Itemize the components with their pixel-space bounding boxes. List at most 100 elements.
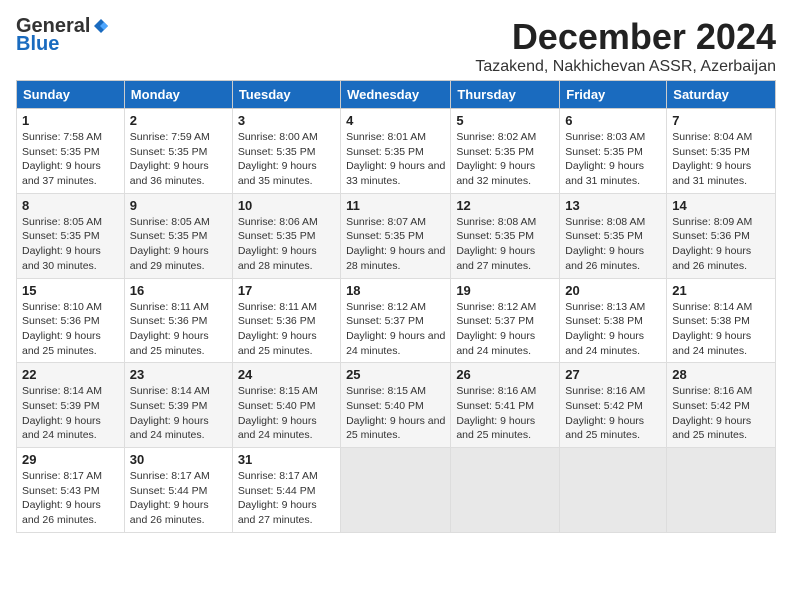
calendar-cell: 11 Sunrise: 8:07 AMSunset: 5:35 PMDayligh… — [341, 193, 451, 278]
calendar-cell: 27 Sunrise: 8:16 AMSunset: 5:42 PMDayligh… — [560, 363, 667, 448]
day-info: Sunrise: 8:05 AMSunset: 5:35 PMDaylight:… — [22, 215, 119, 274]
day-number: 18 — [346, 283, 445, 298]
day-info: Sunrise: 8:16 AMSunset: 5:42 PMDaylight:… — [565, 384, 661, 443]
header-wednesday: Wednesday — [341, 81, 451, 109]
header-area: General Blue December 2024 Tazakend, Nak… — [16, 16, 776, 76]
day-info: Sunrise: 8:13 AMSunset: 5:38 PMDaylight:… — [565, 300, 661, 359]
day-number: 15 — [22, 283, 119, 298]
day-info: Sunrise: 8:08 AMSunset: 5:35 PMDaylight:… — [456, 215, 554, 274]
header-thursday: Thursday — [451, 81, 560, 109]
day-info: Sunrise: 8:12 AMSunset: 5:37 PMDaylight:… — [346, 300, 445, 359]
day-number: 1 — [22, 113, 119, 128]
calendar-cell: 25 Sunrise: 8:15 AMSunset: 5:40 PMDayligh… — [341, 363, 451, 448]
day-info: Sunrise: 8:14 AMSunset: 5:39 PMDaylight:… — [22, 384, 119, 443]
day-info: Sunrise: 8:17 AMSunset: 5:44 PMDaylight:… — [130, 469, 227, 528]
day-info: Sunrise: 7:58 AMSunset: 5:35 PMDaylight:… — [22, 130, 119, 189]
day-info: Sunrise: 8:16 AMSunset: 5:42 PMDaylight:… — [672, 384, 770, 443]
calendar-cell: 31 Sunrise: 8:17 AMSunset: 5:44 PMDayligh… — [232, 448, 340, 533]
logo-blue: Blue — [16, 34, 59, 54]
calendar-cell: 16Sunrise: 8:11 AMSunset: 5:36 PMDayligh… — [124, 278, 232, 363]
day-number: 29 — [22, 452, 119, 467]
calendar-cell: 13 Sunrise: 8:08 AMSunset: 5:35 PMDayligh… — [560, 193, 667, 278]
day-number: 5 — [456, 113, 554, 128]
day-info: Sunrise: 8:15 AMSunset: 5:40 PMDaylight:… — [346, 384, 445, 443]
day-number: 12 — [456, 198, 554, 213]
calendar-cell: 30 Sunrise: 8:17 AMSunset: 5:44 PMDayligh… — [124, 448, 232, 533]
header-monday: Monday — [124, 81, 232, 109]
day-info: Sunrise: 8:15 AMSunset: 5:40 PMDaylight:… — [238, 384, 335, 443]
day-info: Sunrise: 8:03 AMSunset: 5:35 PMDaylight:… — [565, 130, 661, 189]
day-number: 11 — [346, 198, 445, 213]
day-info: Sunrise: 8:02 AMSunset: 5:35 PMDaylight:… — [456, 130, 554, 189]
week-row-3: 15 Sunrise: 8:10 AMSunset: 5:36 PMDayligh… — [17, 278, 776, 363]
day-info: Sunrise: 8:04 AMSunset: 5:35 PMDaylight:… — [672, 130, 770, 189]
day-number: 21 — [672, 283, 770, 298]
calendar-cell: 19 Sunrise: 8:12 AMSunset: 5:37 PMDayligh… — [451, 278, 560, 363]
week-row-2: 8 Sunrise: 8:05 AMSunset: 5:35 PMDaylight… — [17, 193, 776, 278]
calendar-cell: 20Sunrise: 8:13 AMSunset: 5:38 PMDayligh… — [560, 278, 667, 363]
calendar-cell: 15 Sunrise: 8:10 AMSunset: 5:36 PMDayligh… — [17, 278, 125, 363]
calendar-cell: 17Sunrise: 8:11 AMSunset: 5:36 PMDayligh… — [232, 278, 340, 363]
calendar-cell: 10 Sunrise: 8:06 AMSunset: 5:35 PMDayligh… — [232, 193, 340, 278]
calendar-cell: 29Sunrise: 8:17 AMSunset: 5:43 PMDayligh… — [17, 448, 125, 533]
week-row-5: 29Sunrise: 8:17 AMSunset: 5:43 PMDayligh… — [17, 448, 776, 533]
calendar-cell: 14Sunrise: 8:09 AMSunset: 5:36 PMDayligh… — [667, 193, 776, 278]
day-number: 25 — [346, 367, 445, 382]
header-sunday: Sunday — [17, 81, 125, 109]
day-number: 23 — [130, 367, 227, 382]
day-info: Sunrise: 8:11 AMSunset: 5:36 PMDaylight:… — [130, 300, 227, 359]
day-info: Sunrise: 8:10 AMSunset: 5:36 PMDaylight:… — [22, 300, 119, 359]
logo-icon — [92, 17, 110, 35]
week-row-4: 22 Sunrise: 8:14 AMSunset: 5:39 PMDayligh… — [17, 363, 776, 448]
day-number: 7 — [672, 113, 770, 128]
header-friday: Friday — [560, 81, 667, 109]
day-info: Sunrise: 8:00 AMSunset: 5:35 PMDaylight:… — [238, 130, 335, 189]
week-row-1: 1 Sunrise: 7:58 AMSunset: 5:35 PMDaylight… — [17, 109, 776, 194]
day-info: Sunrise: 8:12 AMSunset: 5:37 PMDaylight:… — [456, 300, 554, 359]
day-number: 9 — [130, 198, 227, 213]
header-saturday: Saturday — [667, 81, 776, 109]
day-number: 26 — [456, 367, 554, 382]
day-number: 22 — [22, 367, 119, 382]
calendar-cell — [667, 448, 776, 533]
calendar-cell: 2Sunrise: 7:59 AMSunset: 5:35 PMDaylight… — [124, 109, 232, 194]
calendar-cell — [341, 448, 451, 533]
day-info: Sunrise: 8:06 AMSunset: 5:35 PMDaylight:… — [238, 215, 335, 274]
day-number: 27 — [565, 367, 661, 382]
calendar-cell: 7 Sunrise: 8:04 AMSunset: 5:35 PMDaylight… — [667, 109, 776, 194]
day-number: 4 — [346, 113, 445, 128]
calendar-cell: 18 Sunrise: 8:12 AMSunset: 5:37 PMDayligh… — [341, 278, 451, 363]
calendar-cell — [560, 448, 667, 533]
day-info: Sunrise: 8:16 AMSunset: 5:41 PMDaylight:… — [456, 384, 554, 443]
calendar-table: SundayMondayTuesdayWednesdayThursdayFrid… — [16, 80, 776, 533]
day-info: Sunrise: 8:14 AMSunset: 5:39 PMDaylight:… — [130, 384, 227, 443]
calendar-cell — [451, 448, 560, 533]
calendar-cell: 9 Sunrise: 8:05 AMSunset: 5:35 PMDaylight… — [124, 193, 232, 278]
day-info: Sunrise: 8:08 AMSunset: 5:35 PMDaylight:… — [565, 215, 661, 274]
calendar-cell: 3 Sunrise: 8:00 AMSunset: 5:35 PMDaylight… — [232, 109, 340, 194]
day-info: Sunrise: 7:59 AMSunset: 5:35 PMDaylight:… — [130, 130, 227, 189]
day-number: 6 — [565, 113, 661, 128]
day-number: 19 — [456, 283, 554, 298]
header-tuesday: Tuesday — [232, 81, 340, 109]
day-number: 28 — [672, 367, 770, 382]
day-number: 10 — [238, 198, 335, 213]
day-info: Sunrise: 8:17 AMSunset: 5:44 PMDaylight:… — [238, 469, 335, 528]
calendar-cell: 5 Sunrise: 8:02 AMSunset: 5:35 PMDaylight… — [451, 109, 560, 194]
header-row: SundayMondayTuesdayWednesdayThursdayFrid… — [17, 81, 776, 109]
day-number: 31 — [238, 452, 335, 467]
logo: General Blue — [16, 16, 110, 54]
calendar-cell: 28 Sunrise: 8:16 AMSunset: 5:42 PMDayligh… — [667, 363, 776, 448]
day-info: Sunrise: 8:05 AMSunset: 5:35 PMDaylight:… — [130, 215, 227, 274]
day-info: Sunrise: 8:07 AMSunset: 5:35 PMDaylight:… — [346, 215, 445, 274]
calendar-cell: 24 Sunrise: 8:15 AMSunset: 5:40 PMDayligh… — [232, 363, 340, 448]
day-number: 13 — [565, 198, 661, 213]
calendar-cell: 8 Sunrise: 8:05 AMSunset: 5:35 PMDaylight… — [17, 193, 125, 278]
day-number: 24 — [238, 367, 335, 382]
day-number: 8 — [22, 198, 119, 213]
calendar-cell: 26 Sunrise: 8:16 AMSunset: 5:41 PMDayligh… — [451, 363, 560, 448]
day-number: 3 — [238, 113, 335, 128]
calendar-cell: 1 Sunrise: 7:58 AMSunset: 5:35 PMDaylight… — [17, 109, 125, 194]
day-number: 30 — [130, 452, 227, 467]
calendar-cell: 23 Sunrise: 8:14 AMSunset: 5:39 PMDayligh… — [124, 363, 232, 448]
